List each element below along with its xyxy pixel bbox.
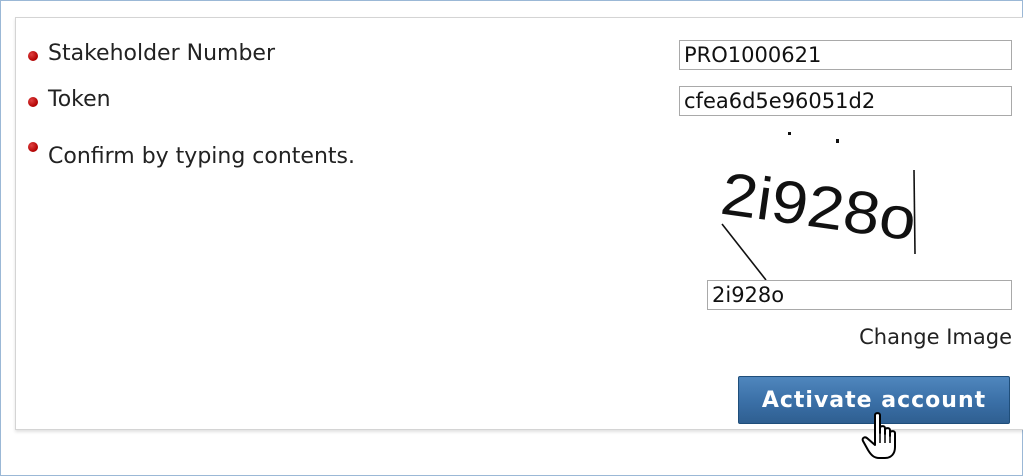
captcha-text: 2i928o [717, 160, 920, 254]
required-bullet-icon [28, 142, 38, 152]
change-image-link[interactable]: Change Image [859, 325, 1012, 349]
stakeholder-number-input[interactable] [679, 40, 1012, 70]
required-bullet-icon [28, 51, 38, 61]
stakeholder-number-label: Stakeholder Number [48, 41, 275, 66]
captcha-input[interactable] [707, 280, 1012, 310]
confirm-label: Confirm by typing contents. [48, 144, 355, 169]
captcha-image: 2i928o [717, 132, 920, 281]
hand-pointer-icon [861, 412, 896, 459]
token-label: Token [48, 87, 111, 112]
window-frame: Stakeholder Number Token Confirm by typi… [0, 0, 1023, 476]
token-input[interactable] [679, 86, 1012, 116]
activation-form-panel: Stakeholder Number Token Confirm by typi… [15, 17, 1023, 430]
required-bullet-icon [28, 97, 38, 107]
